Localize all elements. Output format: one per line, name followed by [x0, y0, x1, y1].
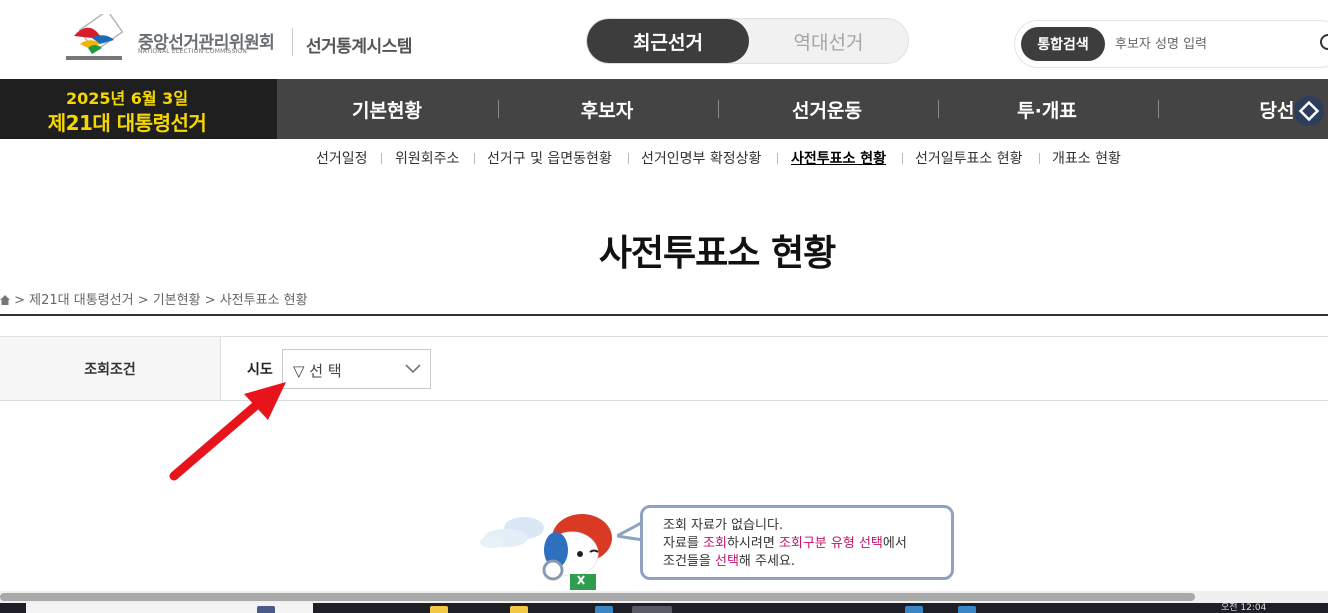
submenu-item-counting-places[interactable]: 개표소 현황 — [1052, 148, 1121, 168]
submenu-item-election-day-places[interactable]: 선거일투표소 현황 — [915, 148, 1023, 168]
submenu-item-districts[interactable]: 선거구 및 읍면동현황 — [487, 148, 612, 168]
nav-item-candidates[interactable]: 후보자 — [497, 79, 717, 139]
no-data-line1: 조회 자료가 없습니다. — [663, 518, 784, 533]
submenu-item-early-voting-places[interactable]: 사전투표소 현황 — [791, 148, 886, 168]
taskbar-app-icon[interactable] — [905, 606, 923, 613]
top-header: 중앙선거관리위원회 NATIONAL ELECTION COMMISSION 선… — [0, 0, 1328, 79]
sido-select-value: ▽ 선 택 — [293, 362, 342, 380]
taskbar-clock[interactable]: 오전 12:04 — [1221, 603, 1266, 613]
mascot-icon — [542, 514, 612, 590]
submenu-item-schedule[interactable]: 선거일정 — [316, 148, 368, 168]
system-name[interactable]: 선거통계시스템 — [306, 32, 412, 57]
election-toggle: 최근선거 역대선거 — [586, 18, 909, 64]
line3-text-a: 조건들을 — [663, 554, 715, 569]
title-underline — [0, 314, 1328, 316]
past-election-button[interactable]: 역대선거 — [749, 19, 908, 63]
submenu-divider — [1039, 153, 1040, 164]
search-box: 통합검색 — [1014, 20, 1328, 68]
line2-text-c: 하시려면 — [726, 536, 779, 551]
submenu-divider — [777, 153, 778, 164]
election-name: 제21대 대통령선거 — [47, 111, 207, 135]
election-date: 2025년 6월 3일 — [65, 89, 189, 108]
search-icon[interactable] — [1317, 31, 1328, 57]
horizontal-scrollbar-thumb[interactable] — [0, 593, 1195, 601]
nav-item-basic-status[interactable]: 기본현황 — [277, 79, 497, 139]
submenu-divider — [474, 153, 475, 164]
integrated-search-button[interactable]: 통합검색 — [1021, 27, 1105, 61]
candidate-search-input[interactable] — [1115, 30, 1305, 58]
submenu-item-committee-address[interactable]: 위원회주소 — [395, 148, 459, 168]
nav-item-voting-counting[interactable]: 투·개표 — [937, 79, 1157, 139]
no-data-line3: 조건들을 선택해 주세요. — [663, 553, 951, 571]
annotation-arrow-icon — [169, 382, 286, 481]
taskbar-app-icon[interactable] — [257, 606, 275, 613]
page-root: 중앙선거관리위원회 NATIONAL ELECTION COMMISSION 선… — [0, 0, 1328, 613]
submenu-item-voter-roll[interactable]: 선거인명부 확정상황 — [641, 148, 761, 168]
current-election-box[interactable]: 2025년 6월 3일 제21대 대통령선거 — [0, 79, 277, 139]
taskbar-app-icon[interactable] — [595, 606, 613, 613]
chevron-down-icon — [405, 364, 421, 374]
line3-text-c: 해 주세요. — [738, 554, 796, 569]
breadcrumb: > 제21대 대통령선거 > 기본현황 > 사전투표소 현황 — [0, 289, 308, 308]
sido-select[interactable]: ▽ 선 택 — [282, 349, 431, 389]
taskbar-app-icon[interactable] — [958, 606, 976, 613]
breadcrumb-path: > 제21대 대통령선거 > 기본현황 > 사전투표소 현황 — [14, 293, 308, 308]
submenu-divider — [628, 153, 629, 164]
logo-divider — [292, 28, 293, 56]
no-data-message: 조회 자료가 없습니다. 자료를 조회하시려면 조회구분 유형 선택에서 조건들… — [640, 505, 954, 580]
nec-logo-icon[interactable] — [62, 14, 130, 62]
line2-highlight-type: 조회구분 유형 선택 — [778, 536, 883, 551]
sub-menu: 선거일정 위원회주소 선거구 및 읍면동현황 선거인명부 확정상황 사전투표소 … — [0, 148, 1328, 170]
org-name-en: NATIONAL ELECTION COMMISSION — [138, 48, 248, 55]
line2-text-a: 자료를 — [663, 536, 704, 551]
submenu-divider — [902, 153, 903, 164]
no-data-line2: 자료를 조회하시려면 조회구분 유형 선택에서 — [663, 535, 951, 553]
main-nav: 2025년 6월 3일 제21대 대통령선거 기본현황 후보자 선거운동 투·개… — [0, 79, 1328, 139]
line2-highlight-query: 조회 — [703, 536, 727, 551]
quick-menu-icon[interactable] — [1294, 96, 1324, 126]
taskbar-folder-icon[interactable] — [510, 606, 528, 613]
line3-highlight-select: 선택 — [714, 554, 739, 569]
recent-election-button[interactable]: 최근선거 — [587, 19, 749, 63]
submenu-divider — [381, 153, 382, 164]
line2-text-e: 에서 — [882, 536, 907, 551]
home-icon[interactable] — [0, 295, 10, 305]
nav-item-campaign[interactable]: 선거운동 — [717, 79, 937, 139]
taskbar-app-icon[interactable] — [430, 606, 448, 613]
page-title: 사전투표소 현황 — [598, 233, 836, 274]
taskbar-active-app-icon[interactable] — [632, 606, 672, 613]
